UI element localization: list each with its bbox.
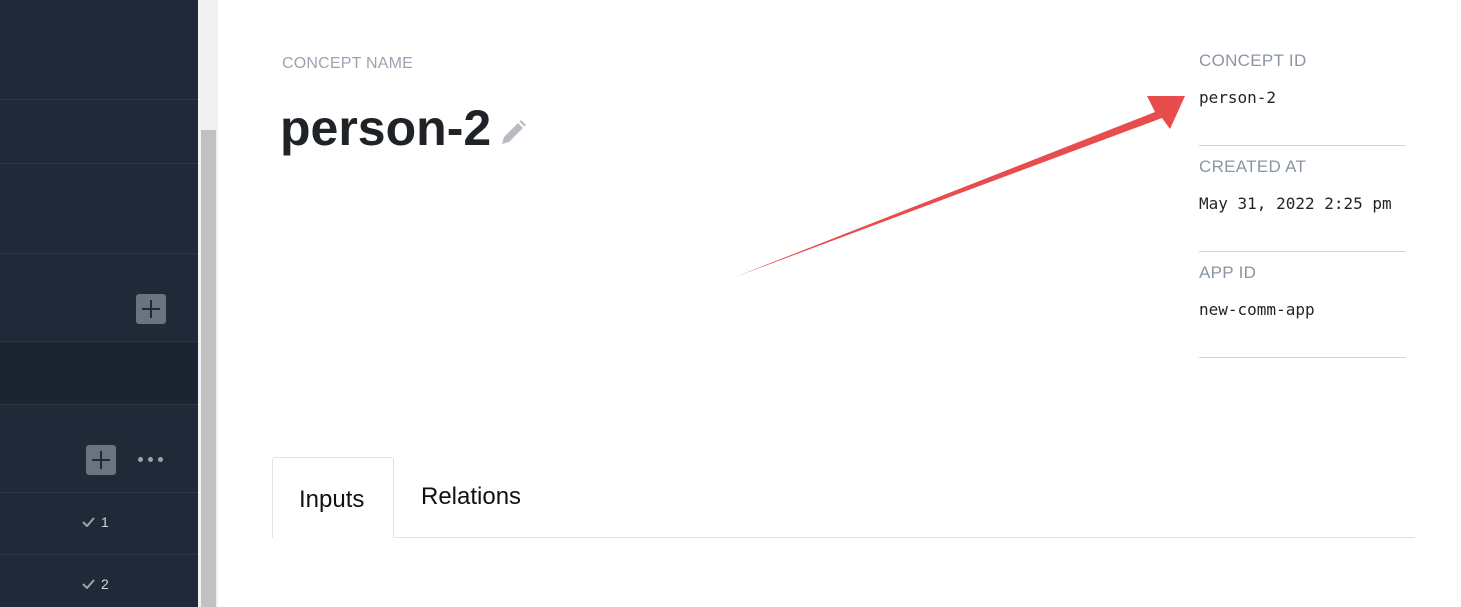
sidebar-row[interactable] bbox=[0, 164, 198, 254]
meta-app-id: APP ID new-comm-app bbox=[1199, 252, 1406, 358]
add-plus-icon[interactable] bbox=[86, 445, 116, 475]
check-count: 2 bbox=[101, 576, 109, 592]
tab-bar: Inputs Relations bbox=[272, 457, 1415, 538]
sidebar-section bbox=[0, 254, 198, 342]
sidebar-section bbox=[0, 405, 198, 493]
meta-concept-id: CONCEPT ID person-2 bbox=[1199, 40, 1406, 146]
add-plus-icon[interactable] bbox=[136, 294, 166, 324]
concept-name-title: person-2 bbox=[280, 100, 492, 156]
concept-id-value: person-2 bbox=[1199, 88, 1277, 107]
app-id-value: new-comm-app bbox=[1199, 300, 1315, 319]
scrollbar-thumb[interactable] bbox=[201, 130, 216, 607]
concept-id-label: CONCEPT ID bbox=[1199, 51, 1307, 70]
arrow-shape bbox=[735, 96, 1185, 277]
sidebar-row[interactable] bbox=[0, 342, 198, 405]
sidebar-list-item[interactable]: 2 bbox=[0, 555, 198, 607]
concept-meta-panel: CONCEPT ID person-2 CREATED AT May 31, 2… bbox=[1199, 40, 1406, 358]
pencil-edit-icon[interactable] bbox=[498, 118, 528, 148]
app-id-label: APP ID bbox=[1199, 263, 1257, 282]
more-icon[interactable] bbox=[138, 457, 163, 462]
tab-inputs[interactable]: Inputs bbox=[272, 457, 394, 538]
sidebar: 1 2 bbox=[0, 0, 198, 607]
tab-inputs-label: Inputs bbox=[299, 486, 365, 513]
check-icon bbox=[82, 579, 95, 589]
check-count: 1 bbox=[101, 514, 109, 530]
sidebar-list-item[interactable]: 1 bbox=[0, 493, 198, 555]
sidebar-row[interactable] bbox=[0, 0, 198, 100]
meta-created-at: CREATED AT May 31, 2022 2:25 pm bbox=[1199, 146, 1406, 252]
check-icon bbox=[82, 517, 95, 527]
tab-relations-label: Relations bbox=[421, 483, 522, 510]
created-at-label: CREATED AT bbox=[1199, 157, 1307, 176]
created-at-value: May 31, 2022 2:25 pm bbox=[1199, 194, 1392, 213]
tab-relations[interactable]: Relations bbox=[421, 457, 541, 538]
concept-name-label: CONCEPT NAME bbox=[282, 55, 414, 72]
sidebar-row[interactable] bbox=[0, 100, 198, 164]
